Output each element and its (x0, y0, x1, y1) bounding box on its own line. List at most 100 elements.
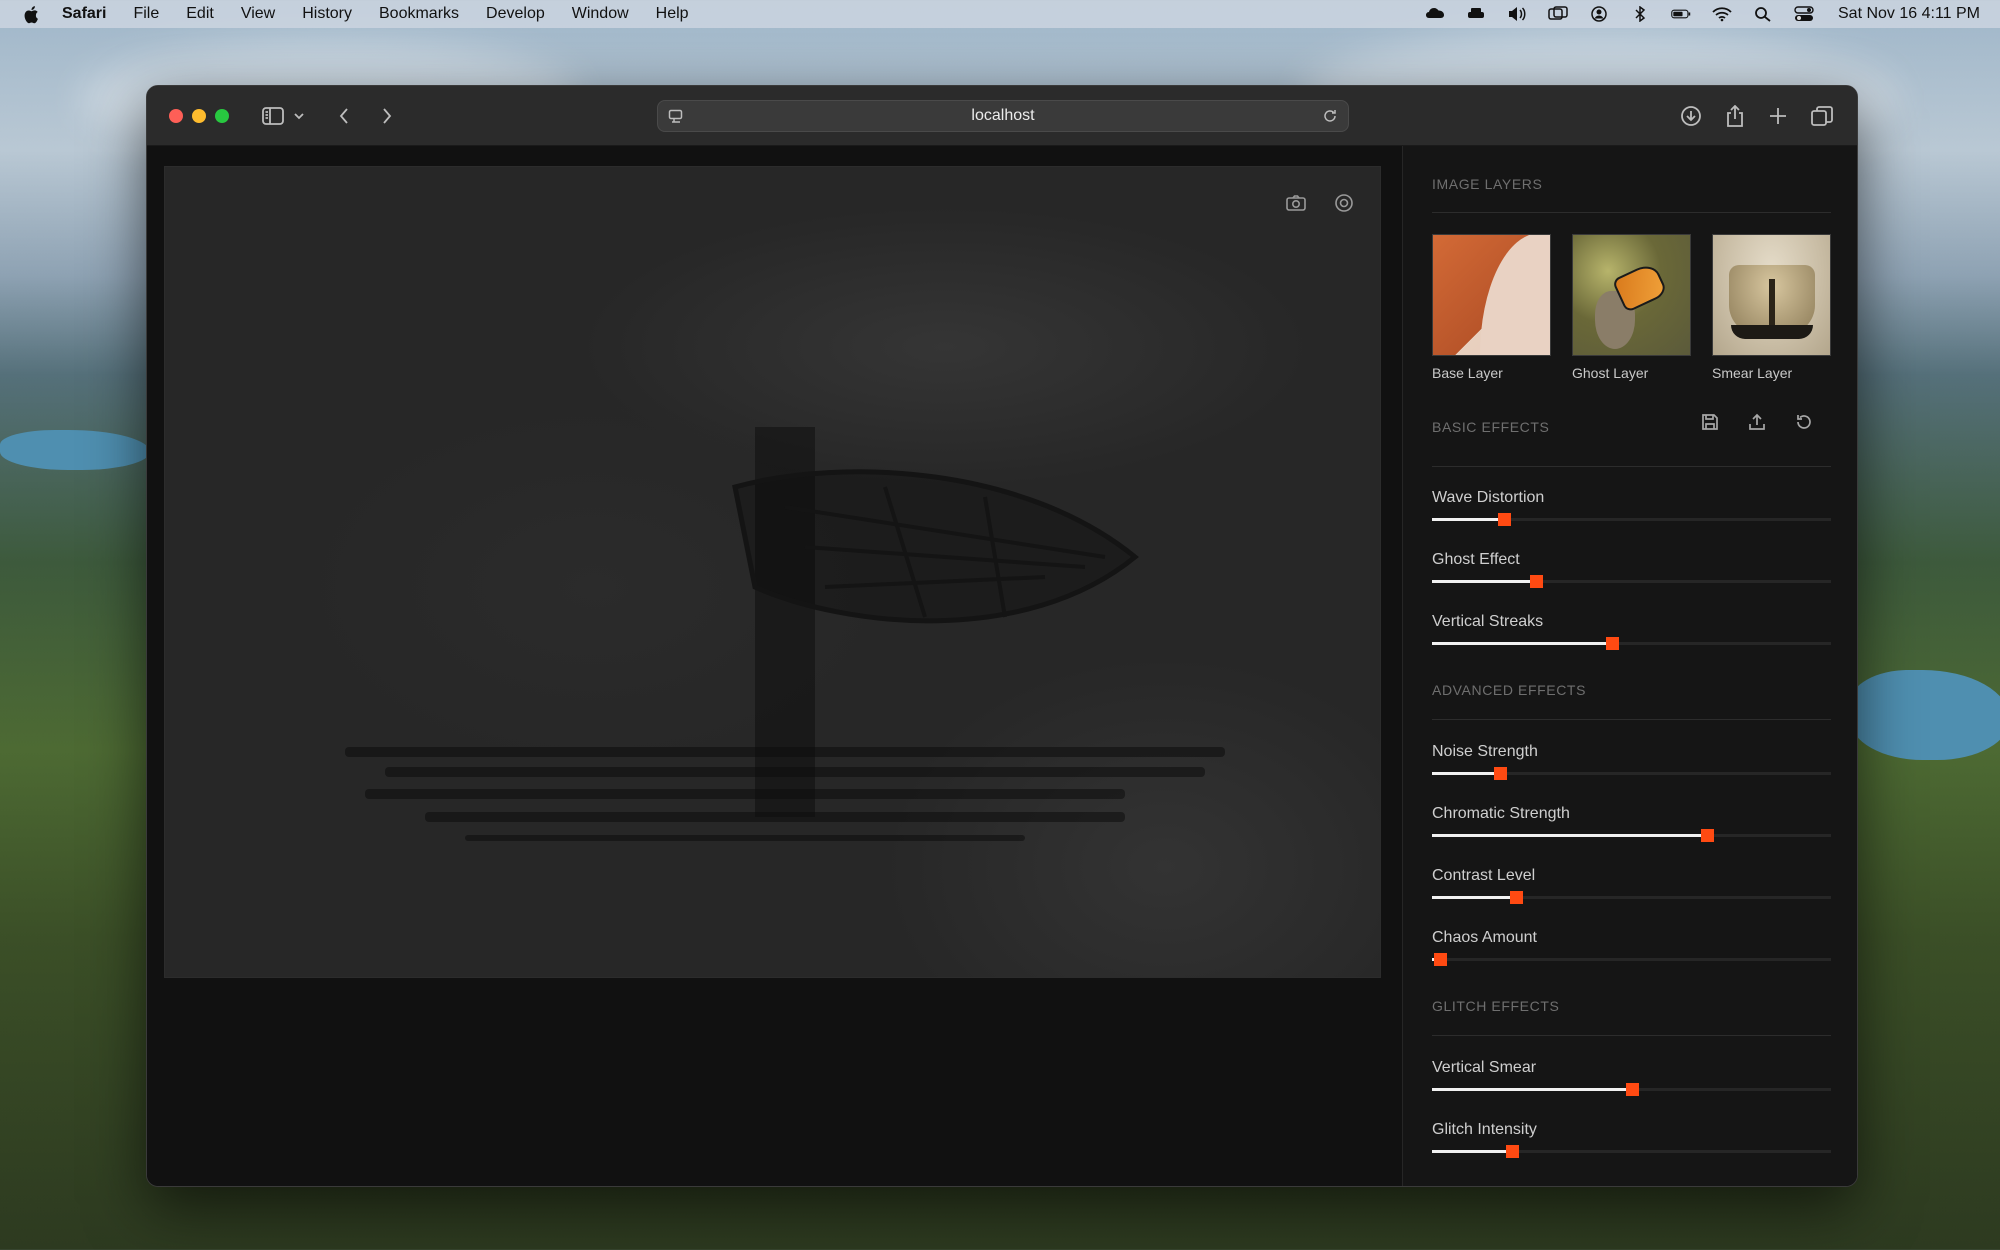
chevron-down-icon[interactable] (292, 100, 306, 132)
slider-chaos-amount[interactable]: Chaos Amount (1432, 929, 1831, 966)
advanced-effects-heading: ADVANCED EFFECTS (1432, 682, 1587, 698)
slider-label: Glitch Intensity (1432, 1121, 1537, 1138)
slider-label: Ghost Effect (1432, 551, 1520, 568)
menu-edit[interactable]: Edit (186, 5, 214, 23)
url-text: localhost (971, 107, 1035, 124)
battery-icon[interactable] (1670, 5, 1692, 23)
wallpaper-lake (0, 430, 150, 470)
page-content: IMAGE LAYERS Base Layer Ghost Layer Smea… (147, 146, 1857, 1186)
slider-label: Noise Strength (1432, 743, 1538, 760)
slider-thumb[interactable] (1626, 1083, 1639, 1096)
canvas-toolbar (1284, 191, 1356, 215)
layer-label: Base Layer (1432, 365, 1503, 381)
menu-window[interactable]: Window (572, 5, 629, 23)
slider-wave-distortion[interactable]: Wave Distortion (1432, 489, 1831, 526)
slider-thumb[interactable] (1701, 829, 1714, 842)
divider (1432, 719, 1831, 720)
page-icon (668, 109, 684, 130)
base-layer-thumbnail[interactable] (1432, 234, 1551, 356)
address-bar[interactable]: localhost (657, 100, 1349, 132)
layer-label: Ghost Layer (1572, 365, 1649, 381)
slider-track[interactable] (1432, 958, 1831, 961)
glitch-effects-heading: GLITCH EFFECTS (1432, 998, 1560, 1014)
slider-contrast-level[interactable]: Contrast Level (1432, 867, 1831, 904)
divider (1432, 1035, 1831, 1036)
tab-overview-icon[interactable] (1810, 100, 1834, 132)
menu-bookmarks[interactable]: Bookmarks (379, 5, 459, 23)
screen-mirroring-icon[interactable] (1547, 5, 1569, 23)
creative-cloud-icon[interactable] (1424, 5, 1446, 23)
slider-label: Vertical Smear (1432, 1059, 1537, 1076)
layer-ghost[interactable]: Ghost Layer (1572, 234, 1691, 381)
spotlight-search-icon[interactable] (1752, 5, 1774, 23)
divider (1432, 466, 1831, 467)
wifi-icon[interactable] (1711, 5, 1733, 23)
ghost-layer-thumbnail[interactable] (1572, 234, 1691, 356)
menu-bar: Safari File Edit View History Bookmarks … (0, 0, 2000, 28)
apple-icon[interactable] (22, 4, 40, 24)
forward-button[interactable] (377, 100, 397, 132)
layer-base[interactable]: Base Layer (1432, 234, 1551, 381)
butterfly-wing-shape (732, 469, 1139, 624)
share-icon[interactable] (1724, 100, 1746, 132)
slider-thumb[interactable] (1434, 953, 1447, 966)
slider-thumb[interactable] (1606, 637, 1619, 650)
image-layers-list: Base Layer Ghost Layer Smear Layer (1432, 234, 1831, 381)
slider-fill (1432, 1088, 1632, 1091)
slider-label: Chaos Amount (1432, 929, 1537, 946)
browser-toolbar: localhost (147, 86, 1857, 146)
wallpaper-lake (1850, 670, 2000, 760)
menu-help[interactable]: Help (656, 5, 689, 23)
downloads-icon[interactable] (1679, 100, 1703, 132)
menu-view[interactable]: View (241, 5, 275, 23)
record-icon[interactable] (1332, 191, 1356, 215)
control-center-icon[interactable] (1793, 5, 1815, 23)
basic-effects-heading: BASIC EFFECTS (1432, 419, 1550, 435)
slider-thumb[interactable] (1498, 513, 1511, 526)
menu-develop[interactable]: Develop (486, 5, 545, 23)
back-button[interactable] (334, 100, 354, 132)
slider-thumb[interactable] (1494, 767, 1507, 780)
minimize-window-button[interactable] (192, 109, 206, 123)
glitch-canvas[interactable] (164, 166, 1381, 978)
menu-bar-clock[interactable]: Sat Nov 16 4:11 PM (1838, 5, 1980, 23)
sidebar-toggle-icon[interactable] (261, 100, 285, 132)
slider-thumb[interactable] (1506, 1145, 1519, 1158)
slider-fill (1432, 1150, 1512, 1153)
layer-smear[interactable]: Smear Layer (1712, 234, 1831, 381)
reload-icon[interactable] (1322, 108, 1338, 129)
zoom-window-button[interactable] (215, 109, 229, 123)
effects-actions (1700, 412, 1814, 432)
close-window-button[interactable] (169, 109, 183, 123)
smear-layer-thumbnail[interactable] (1712, 234, 1831, 356)
bluetooth-icon[interactable] (1629, 5, 1651, 23)
menu-history[interactable]: History (302, 5, 352, 23)
reset-icon[interactable] (1794, 412, 1814, 432)
car-icon[interactable] (1465, 5, 1487, 23)
canvas-streak (465, 835, 1025, 841)
canvas-streak (365, 789, 1125, 799)
slider-fill (1432, 834, 1707, 837)
slider-noise-strength[interactable]: Noise Strength (1432, 743, 1831, 780)
slider-thumb[interactable] (1510, 891, 1523, 904)
save-icon[interactable] (1700, 412, 1720, 432)
slider-vertical-smear[interactable]: Vertical Smear (1432, 1059, 1831, 1096)
camera-icon[interactable] (1284, 191, 1308, 215)
slider-vertical-streaks[interactable]: Vertical Streaks (1432, 613, 1831, 650)
slider-fill (1432, 772, 1500, 775)
slider-thumb[interactable] (1530, 575, 1543, 588)
user-account-icon[interactable] (1588, 5, 1610, 23)
slider-label: Vertical Streaks (1432, 613, 1544, 630)
browser-window: localhost IMAGE LAYERS Base Layer Ghost … (146, 85, 1858, 1187)
slider-glitch-intensity[interactable]: Glitch Intensity (1432, 1121, 1831, 1158)
menu-file[interactable]: File (133, 5, 159, 23)
menu-app-name[interactable]: Safari (62, 5, 106, 23)
upload-icon[interactable] (1747, 412, 1767, 432)
new-tab-icon[interactable] (1767, 100, 1789, 132)
canvas-streak (425, 812, 1125, 822)
slider-label: Contrast Level (1432, 867, 1536, 884)
slider-fill (1432, 580, 1536, 583)
slider-ghost-effect[interactable]: Ghost Effect (1432, 551, 1831, 588)
slider-chromatic-strength[interactable]: Chromatic Strength (1432, 805, 1831, 842)
volume-icon[interactable] (1506, 5, 1528, 23)
